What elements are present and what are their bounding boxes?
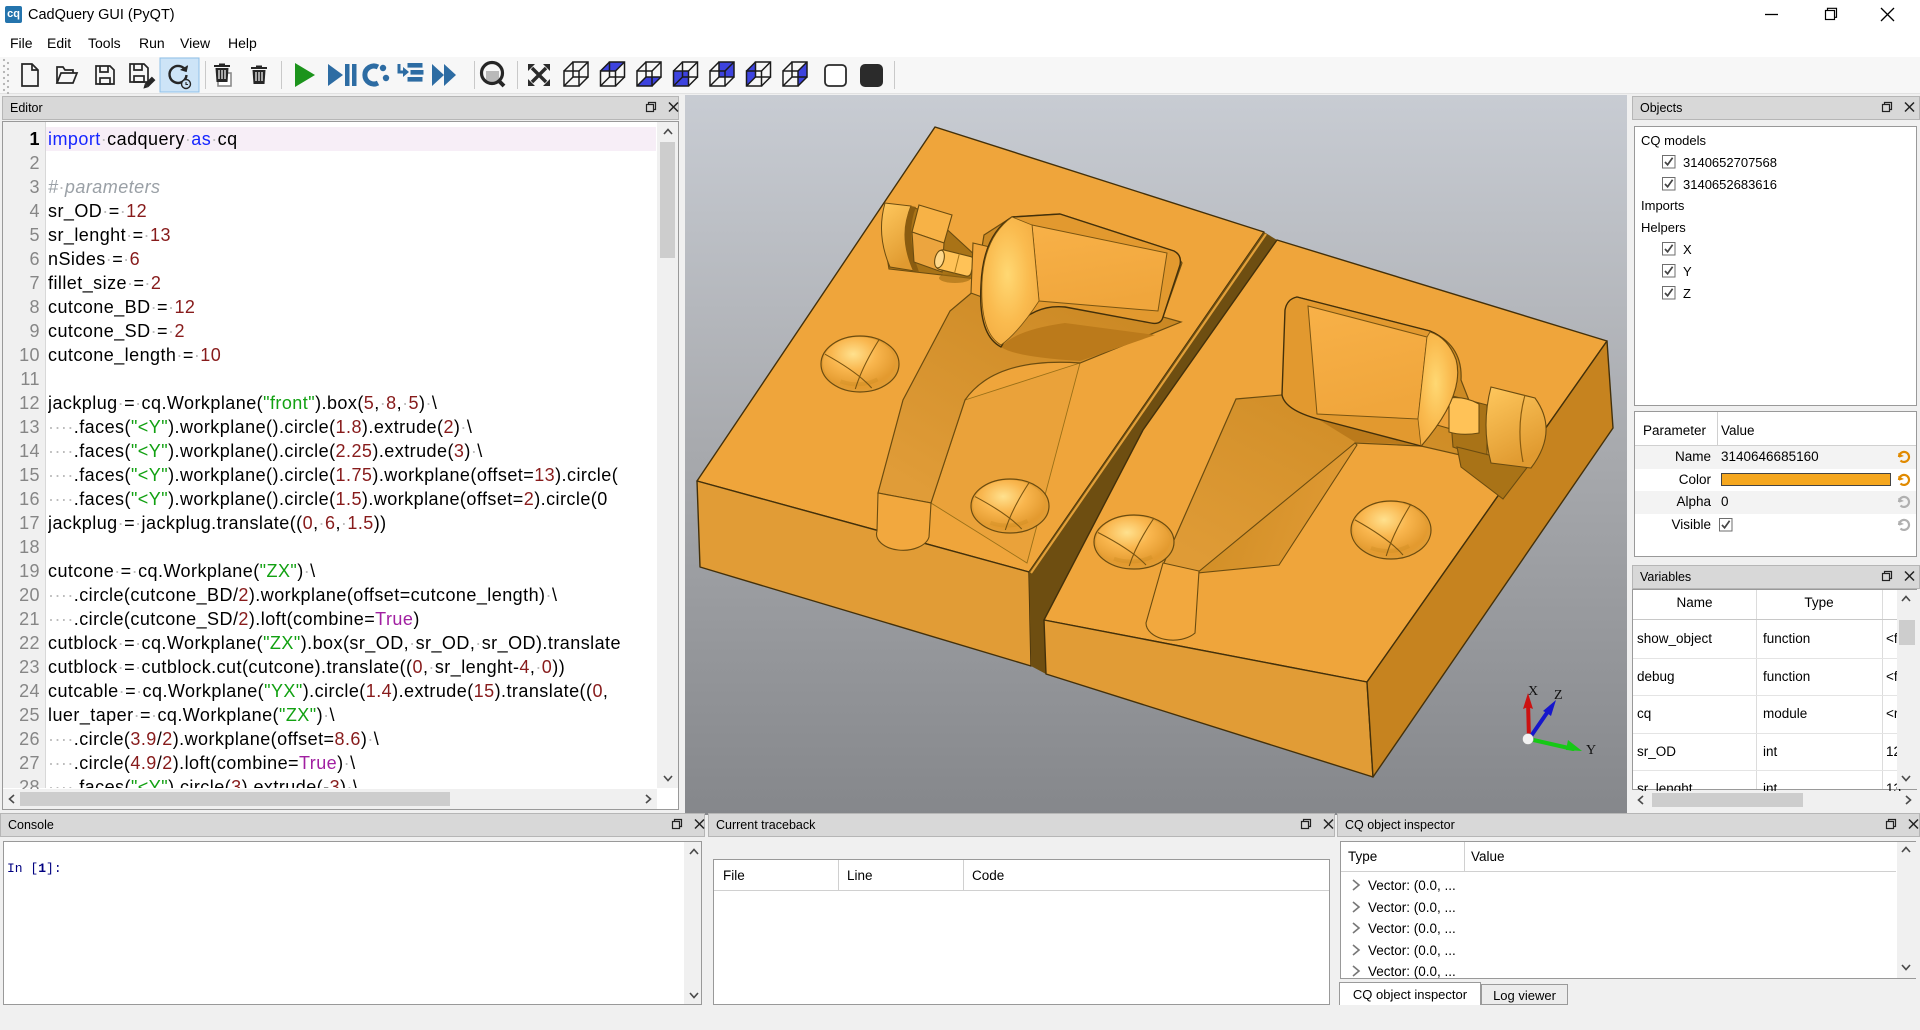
svg-text:Y: Y (1586, 743, 1596, 758)
svg-text:Z: Z (1554, 688, 1563, 703)
svg-text:X: X (1528, 684, 1538, 699)
